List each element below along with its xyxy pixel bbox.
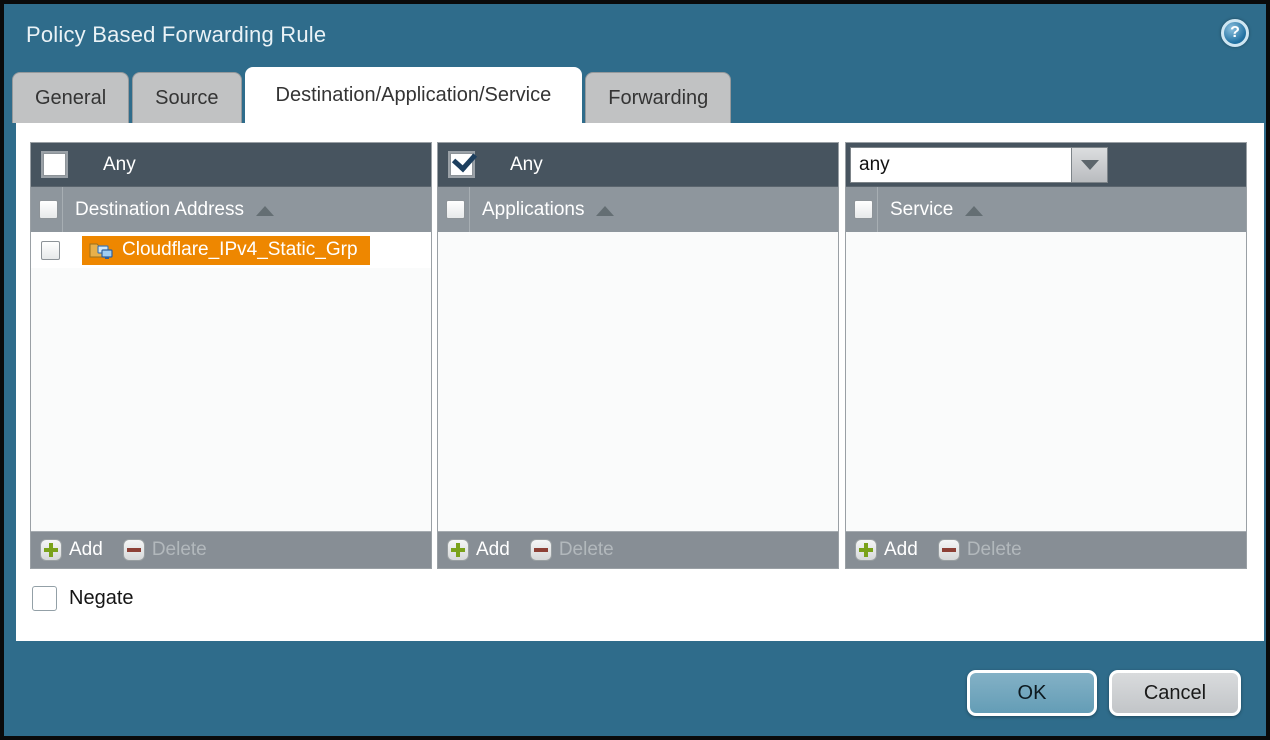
delete-icon bbox=[938, 539, 960, 561]
service-column: any Service Add bbox=[845, 142, 1247, 569]
service-type-dropdown[interactable]: any bbox=[850, 147, 1108, 183]
tab-source[interactable]: Source bbox=[132, 72, 241, 123]
service-list bbox=[846, 232, 1246, 531]
ok-button[interactable]: OK bbox=[967, 670, 1097, 716]
service-toolbar: Add Delete bbox=[846, 531, 1246, 568]
service-any-row: any bbox=[846, 143, 1246, 187]
add-icon bbox=[40, 539, 62, 561]
policy-based-forwarding-dialog: Policy Based Forwarding Rule ? General S… bbox=[0, 0, 1270, 740]
destination-address-list: Cloudflare_IPv4_Static_Grp bbox=[31, 232, 431, 531]
destination-address-item-label: Cloudflare_IPv4_Static_Grp bbox=[122, 239, 358, 261]
applications-header-row: Applications bbox=[438, 187, 838, 232]
address-group-icon bbox=[89, 240, 113, 260]
delete-button[interactable]: Delete bbox=[530, 539, 614, 561]
negate-label: Negate bbox=[69, 587, 134, 610]
delete-icon bbox=[530, 539, 552, 561]
dialog-title: Policy Based Forwarding Rule bbox=[26, 22, 326, 48]
add-icon bbox=[855, 539, 877, 561]
applications-list bbox=[438, 232, 838, 531]
dropdown-button[interactable] bbox=[1072, 147, 1108, 183]
table-row: Cloudflare_IPv4_Static_Grp bbox=[31, 232, 431, 268]
cancel-button[interactable]: Cancel bbox=[1109, 670, 1241, 716]
service-select-all-checkbox[interactable] bbox=[854, 200, 873, 219]
sort-ascending-icon[interactable] bbox=[256, 206, 274, 216]
destination-any-row: Any bbox=[31, 143, 431, 187]
add-icon bbox=[447, 539, 469, 561]
tab-bar: General Source Destination/Application/S… bbox=[12, 67, 731, 123]
delete-icon bbox=[123, 539, 145, 561]
sort-ascending-icon[interactable] bbox=[965, 206, 983, 216]
applications-any-row: Any bbox=[438, 143, 838, 187]
tab-general[interactable]: General bbox=[12, 72, 129, 123]
negate-row: Negate bbox=[32, 586, 134, 611]
delete-button[interactable]: Delete bbox=[123, 539, 207, 561]
applications-any-checkbox[interactable] bbox=[450, 153, 473, 176]
applications-any-label: Any bbox=[510, 154, 543, 176]
service-header[interactable]: Service bbox=[890, 199, 953, 221]
destination-toolbar: Add Delete bbox=[31, 531, 431, 568]
destination-address-column: Any Destination Address bbox=[30, 142, 432, 569]
applications-column: Any Applications Add Delete bbox=[437, 142, 839, 569]
help-icon[interactable]: ? bbox=[1221, 19, 1249, 47]
row-checkbox[interactable] bbox=[41, 241, 60, 260]
destination-any-checkbox[interactable] bbox=[43, 153, 66, 176]
service-header-row: Service bbox=[846, 187, 1246, 232]
service-type-value: any bbox=[850, 147, 1072, 183]
delete-button[interactable]: Delete bbox=[938, 539, 1022, 561]
destination-select-all-checkbox[interactable] bbox=[39, 200, 58, 219]
chevron-down-icon bbox=[1081, 160, 1099, 170]
applications-header[interactable]: Applications bbox=[482, 199, 584, 221]
add-button[interactable]: Add bbox=[855, 539, 918, 561]
applications-toolbar: Add Delete bbox=[438, 531, 838, 568]
destination-address-item[interactable]: Cloudflare_IPv4_Static_Grp bbox=[82, 236, 370, 265]
add-button[interactable]: Add bbox=[40, 539, 103, 561]
add-button[interactable]: Add bbox=[447, 539, 510, 561]
destination-address-header[interactable]: Destination Address bbox=[75, 199, 244, 221]
tab-forwarding[interactable]: Forwarding bbox=[585, 72, 731, 123]
tab-destination-application-service[interactable]: Destination/Application/Service bbox=[245, 67, 583, 123]
tab-content-panel: Any Destination Address bbox=[16, 123, 1264, 641]
destination-any-label: Any bbox=[103, 154, 136, 176]
applications-select-all-checkbox[interactable] bbox=[446, 200, 465, 219]
sort-ascending-icon[interactable] bbox=[596, 206, 614, 216]
destination-address-header-row: Destination Address bbox=[31, 187, 431, 232]
negate-checkbox[interactable] bbox=[32, 586, 57, 611]
